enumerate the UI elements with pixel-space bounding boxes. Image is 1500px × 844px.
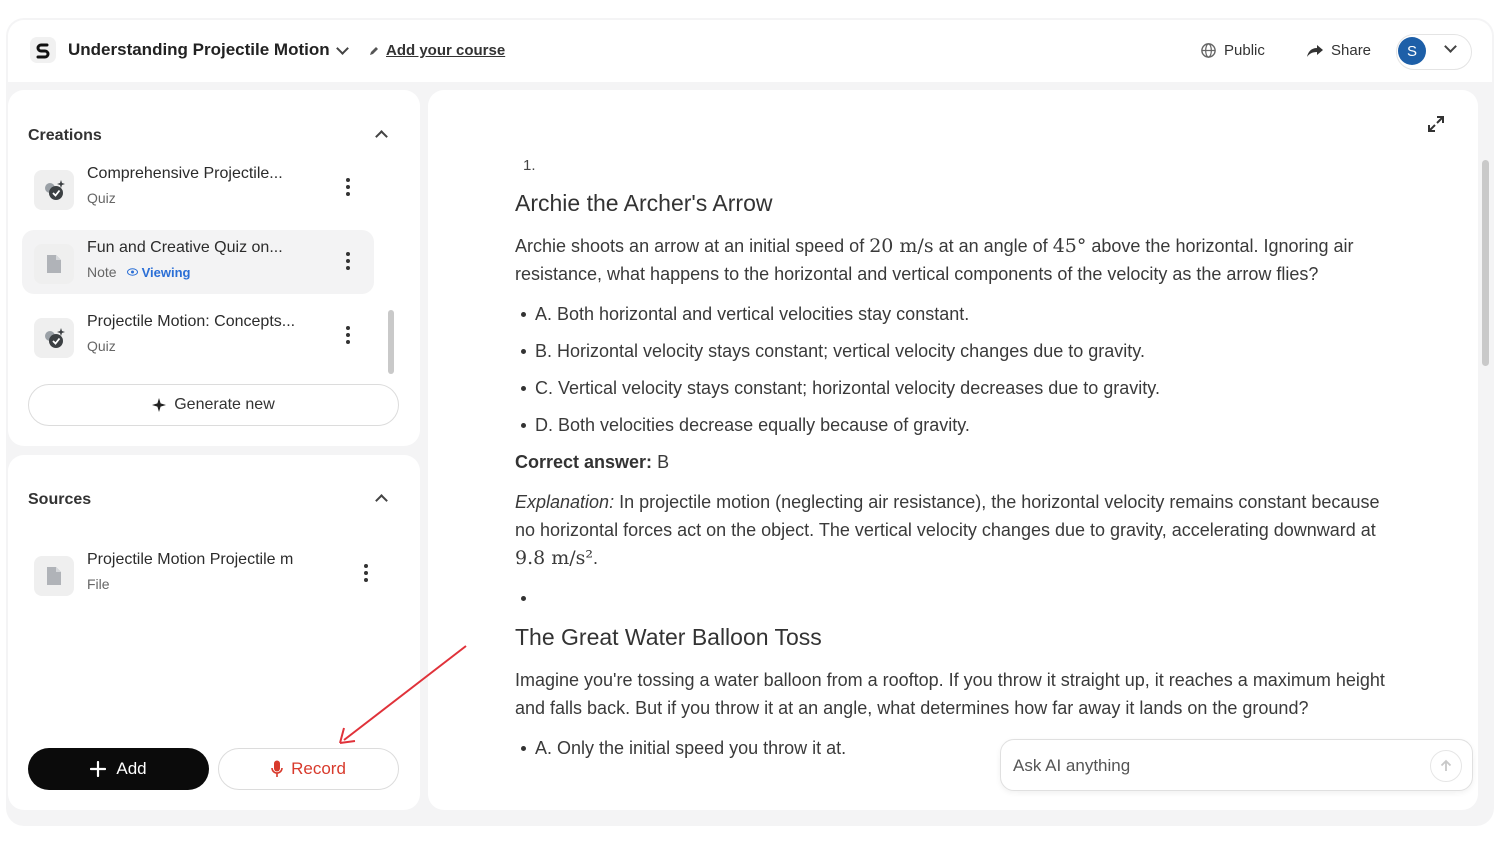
add-button[interactable]: Add bbox=[28, 748, 209, 790]
public-button[interactable]: Public bbox=[1200, 42, 1265, 59]
question-title: Archie the Archer's Arrow bbox=[515, 190, 773, 216]
creations-title: Creations bbox=[28, 127, 102, 144]
explanation-label: Explanation: bbox=[515, 492, 615, 512]
eye-icon bbox=[126, 268, 138, 276]
creation-item-name: Comprehensive Projectile... bbox=[87, 165, 283, 182]
generate-new-label: Generate new bbox=[174, 396, 275, 413]
sparkle-icon bbox=[152, 398, 167, 412]
share-button[interactable]: Share bbox=[1306, 42, 1371, 59]
share-label: Share bbox=[1331, 42, 1372, 59]
creation-item-name: Fun and Creative Quiz on... bbox=[87, 239, 283, 256]
add-course-label: Add your course bbox=[386, 42, 506, 59]
generate-new-button[interactable]: Generate new bbox=[28, 384, 399, 426]
share-icon bbox=[1307, 44, 1323, 57]
annotation-arrow-icon bbox=[339, 645, 467, 744]
more-options-icon[interactable] bbox=[346, 252, 350, 270]
public-label: Public bbox=[1224, 42, 1265, 59]
microphone-icon bbox=[271, 760, 283, 777]
chevron-down-icon bbox=[1444, 40, 1457, 53]
add-label: Add bbox=[116, 759, 147, 778]
ask-ai-box bbox=[1000, 739, 1473, 791]
source-item-name: Projectile Motion Projectile m bbox=[87, 551, 294, 568]
correct-answer-label: Correct answer: bbox=[515, 452, 653, 472]
viewing-badge: Viewing bbox=[126, 264, 191, 280]
correct-answer: Correct answer: B bbox=[515, 448, 1385, 476]
pencil-icon bbox=[370, 46, 378, 55]
question-number: 1. bbox=[523, 157, 536, 174]
answer-option: C. Vertical velocity stays constant; hor… bbox=[515, 374, 1385, 402]
question-prompt: Archie shoots an arrow at an initial spe… bbox=[515, 232, 1385, 288]
angle-math: 45° bbox=[1052, 235, 1087, 257]
speed-math: 20 m/s bbox=[869, 235, 934, 257]
creation-item[interactable]: Projectile Motion: Concepts... Quiz bbox=[22, 304, 374, 368]
creation-item-meta: Quiz bbox=[87, 338, 116, 354]
expand-icon[interactable] bbox=[1426, 114, 1446, 134]
creation-item-active[interactable]: Fun and Creative Quiz on... Note Viewing bbox=[22, 230, 374, 294]
creation-item-type: Note bbox=[87, 264, 117, 280]
question-title: The Great Water Balloon Toss bbox=[515, 624, 822, 650]
answer-option: D. Both velocities decrease equally beca… bbox=[515, 411, 1385, 439]
note-viewer: 1. Archie the Archer's Arrow Archie shoo… bbox=[428, 90, 1478, 810]
record-label: Record bbox=[291, 759, 346, 778]
top-header: Understanding Projectile Motion Add your… bbox=[8, 20, 1492, 82]
more-options-icon[interactable] bbox=[346, 326, 350, 344]
record-button[interactable]: Record bbox=[218, 748, 399, 790]
main-scrollbar[interactable] bbox=[1482, 160, 1489, 366]
source-item-meta: File bbox=[87, 576, 110, 592]
creation-item-type: Quiz bbox=[87, 338, 116, 354]
question-prompt: Imagine you're tossing a water balloon f… bbox=[515, 670, 1385, 718]
course-title-dropdown[interactable]: Understanding Projectile Motion bbox=[68, 40, 349, 60]
sources-title: Sources bbox=[28, 491, 92, 508]
plus-icon bbox=[90, 761, 107, 777]
note-icon bbox=[34, 244, 74, 284]
creation-item-type: Quiz bbox=[87, 190, 116, 206]
creation-item-meta: Quiz bbox=[87, 190, 116, 206]
explanation-text: In projectile motion (neglecting air res… bbox=[515, 492, 1380, 540]
quiz-icon bbox=[34, 318, 74, 358]
creations-scrollbar[interactable] bbox=[388, 310, 394, 374]
viewing-label: Viewing bbox=[141, 264, 191, 280]
file-icon bbox=[34, 556, 74, 596]
more-options-icon[interactable] bbox=[364, 564, 368, 582]
answer-option: B. Horizontal velocity stays constant; v… bbox=[515, 337, 1385, 365]
correct-answer-value: B bbox=[657, 452, 670, 472]
quiz-icon bbox=[34, 170, 74, 210]
ask-ai-input[interactable] bbox=[1013, 752, 1413, 780]
app-logo-icon[interactable] bbox=[30, 37, 56, 63]
gravity-math: 9.8 m/s² bbox=[515, 547, 594, 569]
explanation: Explanation: In projectile motion (negle… bbox=[515, 488, 1385, 572]
creation-item[interactable]: Comprehensive Projectile... Quiz bbox=[22, 156, 374, 220]
note-content: 1. Archie the Archer's Arrow Archie shoo… bbox=[515, 152, 1385, 771]
chevron-down-icon bbox=[335, 41, 349, 55]
send-button[interactable] bbox=[1430, 750, 1462, 782]
creation-item-meta: Note Viewing bbox=[87, 264, 190, 280]
prompt-text: Archie shoots an arrow at an initial spe… bbox=[515, 236, 870, 256]
answer-option: A. Both horizontal and vertical velociti… bbox=[515, 300, 1385, 328]
course-title: Understanding Projectile Motion bbox=[68, 40, 330, 59]
add-course-link[interactable]: Add your course bbox=[368, 42, 505, 59]
creation-item-name: Projectile Motion: Concepts... bbox=[87, 313, 296, 330]
empty-bullet bbox=[515, 584, 1385, 614]
source-item[interactable]: Projectile Motion Projectile m File bbox=[22, 542, 392, 606]
avatar[interactable]: S bbox=[1398, 37, 1426, 65]
explanation-end: . bbox=[593, 548, 599, 568]
source-item-type: File bbox=[87, 576, 110, 592]
arrow-up-icon bbox=[1440, 759, 1452, 771]
globe-icon bbox=[1201, 43, 1216, 58]
more-options-icon[interactable] bbox=[346, 178, 350, 196]
prompt-text: at an angle of bbox=[933, 236, 1053, 256]
